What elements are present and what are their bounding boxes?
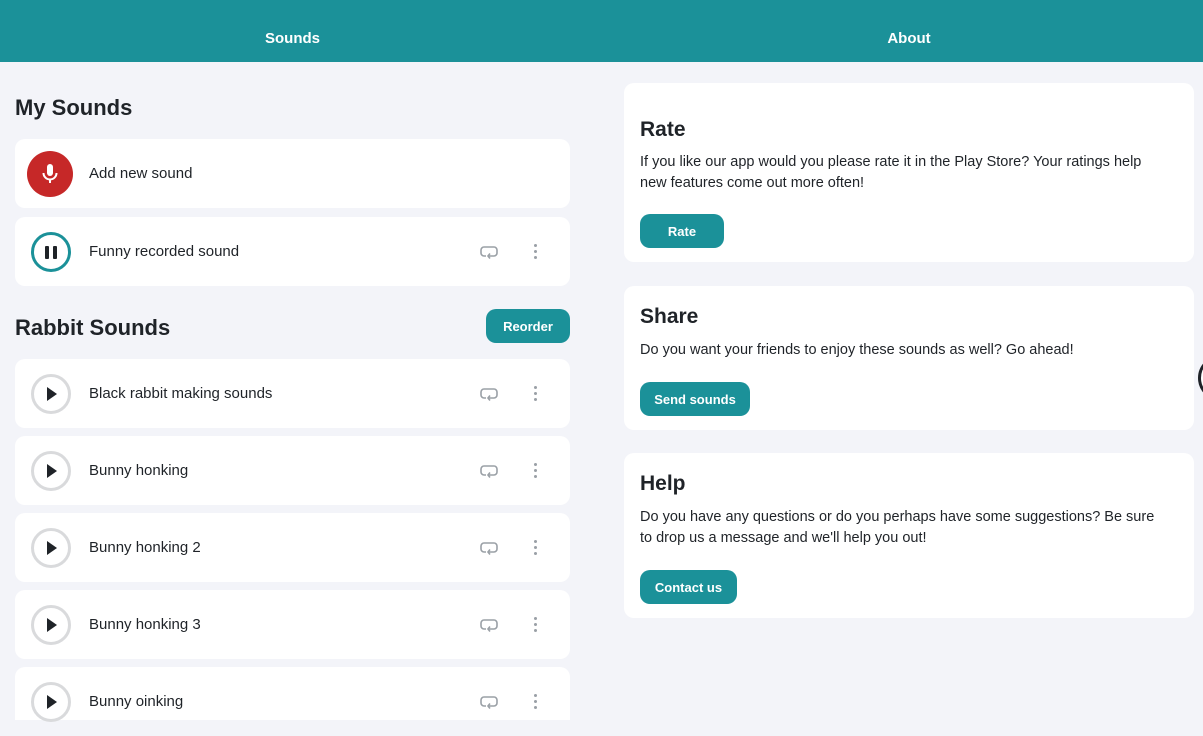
send-sounds-button[interactable]: Send sounds: [640, 382, 750, 416]
help-title: Help: [640, 472, 686, 495]
pause-icon: [45, 246, 49, 259]
sound-row[interactable]: Bunny oinking: [15, 667, 570, 722]
sound-row[interactable]: Bunny honking 2: [15, 513, 570, 582]
more-vertical-icon[interactable]: [530, 462, 540, 480]
loop-icon[interactable]: [480, 462, 498, 480]
sound-row[interactable]: Bunny honking: [15, 436, 570, 505]
tab-about[interactable]: About: [615, 0, 1203, 62]
sound-label: Bunny honking 2: [89, 539, 201, 556]
play-icon: [47, 618, 57, 632]
rate-button[interactable]: Rate: [640, 214, 724, 248]
top-tab-bar: Sounds About: [0, 0, 1203, 62]
more-vertical-icon[interactable]: [530, 693, 540, 711]
floating-circle-partial[interactable]: [1198, 355, 1203, 401]
sound-row[interactable]: Black rabbit making sounds: [15, 359, 570, 428]
rate-title: Rate: [640, 118, 686, 141]
rate-text: If you like our app would you please rat…: [640, 154, 1142, 191]
sound-label: Black rabbit making sounds: [89, 385, 273, 402]
loop-icon[interactable]: [480, 616, 498, 634]
record-button[interactable]: [27, 151, 73, 197]
sound-label: Funny recorded sound: [89, 243, 240, 260]
share-title: Share: [640, 305, 699, 328]
loop-icon[interactable]: [480, 693, 498, 711]
play-icon: [47, 541, 57, 555]
sound-label: Bunny honking: [89, 462, 189, 479]
play-icon: [47, 387, 57, 401]
help-text: Do you have any questions or do you perh…: [640, 509, 1155, 546]
contact-us-button[interactable]: Contact us: [640, 570, 737, 604]
pause-icon-bar: [53, 246, 57, 259]
rabbit-sounds-title: Rabbit Sounds: [15, 315, 171, 340]
share-card: Share Do you want your friends to enjoy …: [624, 286, 1194, 430]
play-icon: [47, 464, 57, 478]
reorder-button[interactable]: Reorder: [486, 309, 570, 343]
more-vertical-icon[interactable]: [530, 616, 540, 634]
loop-icon[interactable]: [480, 385, 498, 403]
add-new-sound-row[interactable]: Add new sound: [15, 139, 570, 208]
microphone-icon: [42, 164, 58, 183]
more-vertical-icon[interactable]: [530, 539, 540, 557]
share-text: Do you want your friends to enjoy these …: [640, 342, 1074, 358]
add-new-sound-label: Add new sound: [89, 165, 193, 182]
sound-label: Bunny honking 3: [89, 616, 201, 633]
help-card: Help Do you have any questions or do you…: [624, 453, 1194, 618]
loop-icon[interactable]: [480, 243, 498, 261]
sound-row[interactable]: Bunny honking 3: [15, 590, 570, 659]
pause-button[interactable]: [31, 232, 71, 272]
play-button[interactable]: [31, 528, 71, 568]
play-button[interactable]: [31, 374, 71, 414]
play-button[interactable]: [31, 682, 71, 722]
loop-icon[interactable]: [480, 539, 498, 557]
tab-sounds[interactable]: Sounds: [0, 0, 585, 62]
sound-row-funny-recorded[interactable]: Funny recorded sound: [15, 217, 570, 286]
play-icon: [47, 695, 57, 709]
rate-card: Rate If you like our app would you pleas…: [624, 83, 1194, 262]
more-vertical-icon[interactable]: [530, 385, 540, 403]
more-vertical-icon[interactable]: [530, 243, 540, 261]
play-button[interactable]: [31, 605, 71, 645]
sound-label: Bunny oinking: [89, 693, 184, 710]
play-button[interactable]: [31, 451, 71, 491]
my-sounds-title: My Sounds: [15, 95, 133, 120]
